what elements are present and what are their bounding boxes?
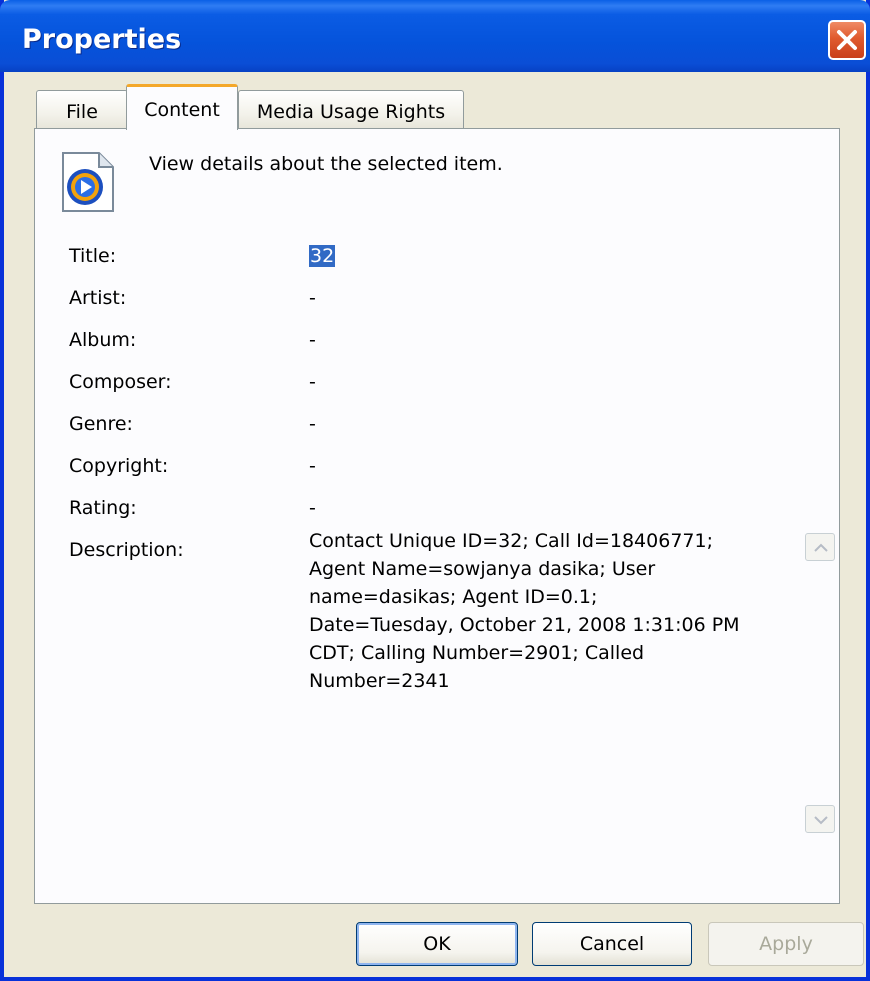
- scroll-down-button[interactable]: [805, 805, 835, 833]
- properties-dialog: Properties File Content Media Usage Righ…: [0, 0, 870, 981]
- title-bar[interactable]: Properties: [0, 0, 870, 72]
- intro-text: View details about the selected item.: [149, 153, 503, 175]
- description-text: Contact Unique ID=32; Call Id=18406771; …: [309, 527, 795, 695]
- description-label: Description:: [69, 539, 184, 561]
- tab-media-usage-rights-label: Media Usage Rights: [256, 101, 446, 123]
- copyright-value: -: [309, 455, 316, 477]
- window-title: Properties: [22, 24, 182, 55]
- description-line: Agent Name=sowjanya dasika; User: [309, 558, 656, 580]
- close-icon: [837, 30, 857, 50]
- tab-content-label: Content: [144, 99, 220, 121]
- tab-file[interactable]: File: [36, 90, 128, 130]
- windows-media-player-icon: [62, 152, 114, 212]
- close-button[interactable]: [828, 20, 866, 60]
- scroll-up-button[interactable]: [805, 533, 835, 561]
- tab-media-usage-rights[interactable]: Media Usage Rights: [238, 90, 464, 130]
- genre-value: -: [309, 413, 316, 435]
- chevron-up-icon: [814, 543, 828, 552]
- album-value: -: [309, 329, 316, 351]
- description-textbox[interactable]: Contact Unique ID=32; Call Id=18406771; …: [305, 527, 835, 839]
- composer-label: Composer:: [69, 371, 172, 393]
- ok-button-label: OK: [423, 933, 451, 955]
- content-panel: View details about the selected item. Ti…: [34, 128, 840, 904]
- title-label: Title:: [69, 245, 117, 267]
- tab-file-label: File: [66, 101, 98, 123]
- composer-value: -: [309, 371, 316, 393]
- rating-label: Rating:: [69, 497, 137, 519]
- description-line: Date=Tuesday, October 21, 2008 1:31:06 P…: [309, 614, 740, 636]
- title-value[interactable]: 32: [309, 245, 336, 267]
- description-line: name=dasikas; Agent ID=0.1;: [309, 586, 598, 608]
- apply-button-label: Apply: [759, 933, 813, 955]
- description-line: CDT; Calling Number=2901; Called: [309, 642, 645, 664]
- description-scrollbar[interactable]: [805, 527, 835, 837]
- artist-label: Artist:: [69, 287, 127, 309]
- album-label: Album:: [69, 329, 137, 351]
- cancel-button-label: Cancel: [579, 933, 645, 955]
- apply-button[interactable]: Apply: [708, 922, 864, 966]
- cancel-button[interactable]: Cancel: [532, 922, 692, 966]
- description-line: Contact Unique ID=32; Call Id=18406771;: [309, 530, 713, 552]
- description-line: Number=2341: [309, 670, 450, 692]
- copyright-label: Copyright:: [69, 455, 169, 477]
- artist-value: -: [309, 287, 316, 309]
- genre-label: Genre:: [69, 413, 133, 435]
- ok-button[interactable]: OK: [356, 922, 518, 966]
- rating-value: -: [309, 497, 316, 519]
- chevron-down-icon: [814, 816, 828, 825]
- tab-content[interactable]: Content: [126, 84, 238, 130]
